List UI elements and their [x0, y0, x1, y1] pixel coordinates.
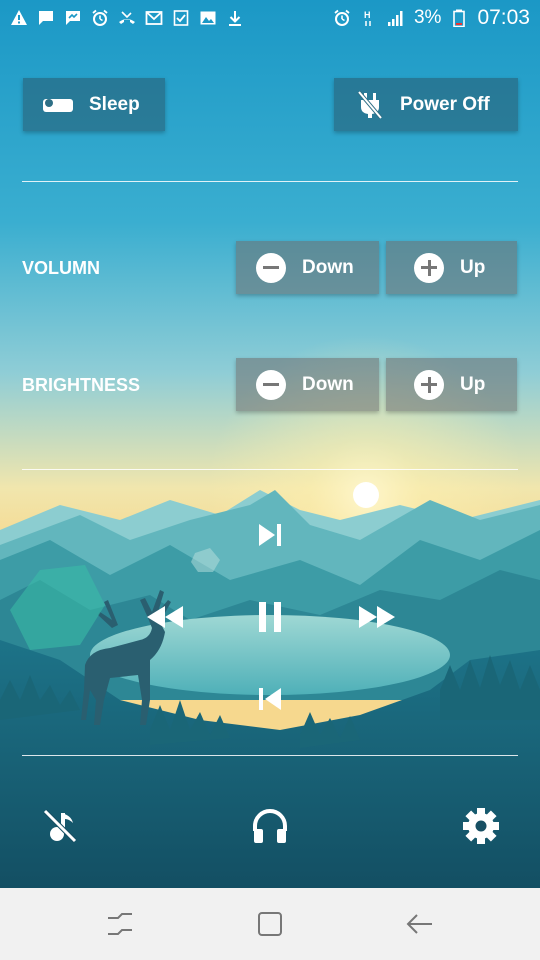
h-network-icon: H [360, 9, 378, 27]
music-off-icon [43, 809, 77, 843]
home-icon [258, 912, 282, 936]
clock: 07:03 [477, 6, 530, 29]
battery-percent: 3% [413, 7, 442, 28]
divider-top [22, 181, 518, 182]
settings-button[interactable] [459, 804, 503, 848]
signal-icon [387, 9, 405, 27]
pause-button[interactable] [250, 595, 290, 639]
volume-up-label: Up [460, 256, 486, 278]
fast-forward-button[interactable] [354, 597, 400, 637]
bed-icon [41, 95, 75, 115]
download-icon [226, 9, 244, 27]
rewind-icon [147, 606, 183, 628]
minus-circle-icon [256, 369, 286, 400]
pause-icon [259, 602, 281, 632]
volume-down-label: Down [302, 256, 354, 278]
battery-icon [450, 9, 468, 27]
next-track-icon [259, 524, 281, 546]
brightness-down-button[interactable]: Down [236, 358, 379, 411]
minus-circle-icon [256, 252, 286, 283]
previous-track-icon [259, 688, 281, 710]
status-bar-notifications [10, 9, 244, 27]
sleep-button[interactable]: Sleep [23, 78, 165, 131]
plus-circle-icon [414, 252, 444, 283]
recent-apps-button[interactable] [104, 908, 136, 940]
headphones-icon [253, 809, 287, 843]
power-off-button[interactable]: Power Off [334, 78, 518, 131]
sleep-label: Sleep [89, 93, 140, 115]
previous-track-button[interactable] [250, 679, 290, 719]
status-bar: H 3% 07:03 [0, 0, 540, 36]
power-off-label: Power Off [400, 93, 490, 115]
brightness-label: BRIGHTNESS [22, 375, 141, 395]
power-plug-off-icon [356, 90, 384, 120]
rewind-button[interactable] [142, 597, 188, 637]
image-icon [199, 9, 217, 27]
alarm-icon [333, 9, 351, 27]
brightness-down-label: Down [302, 373, 354, 395]
back-button[interactable] [404, 908, 436, 940]
next-track-button[interactable] [250, 515, 290, 555]
svg-text:H: H [364, 10, 371, 20]
brightness-up-button[interactable]: Up [386, 358, 517, 411]
settings-gear-icon [463, 808, 499, 844]
navigation-bar [0, 888, 540, 960]
divider-bottom [22, 755, 518, 756]
back-icon [406, 914, 432, 934]
divider-middle [22, 469, 518, 470]
gmail-icon [145, 9, 163, 27]
message-icon [37, 9, 55, 27]
headphones-button[interactable] [248, 804, 292, 848]
plus-circle-icon [414, 369, 444, 400]
missed-call-icon [118, 9, 136, 27]
recent-apps-icon [108, 913, 132, 935]
alert-icon [10, 9, 28, 27]
messenger-icon [64, 9, 82, 27]
home-button[interactable] [254, 908, 286, 940]
status-bar-system: H 3% 07:03 [333, 6, 530, 30]
fast-forward-icon [359, 606, 395, 628]
alarm-icon [91, 9, 109, 27]
task-icon [172, 9, 190, 27]
brightness-up-label: Up [460, 373, 486, 395]
music-off-button[interactable] [38, 804, 82, 848]
volume-label: VOLUMN [22, 258, 100, 278]
volume-up-button[interactable]: Up [386, 241, 517, 294]
volume-down-button[interactable]: Down [236, 241, 379, 294]
